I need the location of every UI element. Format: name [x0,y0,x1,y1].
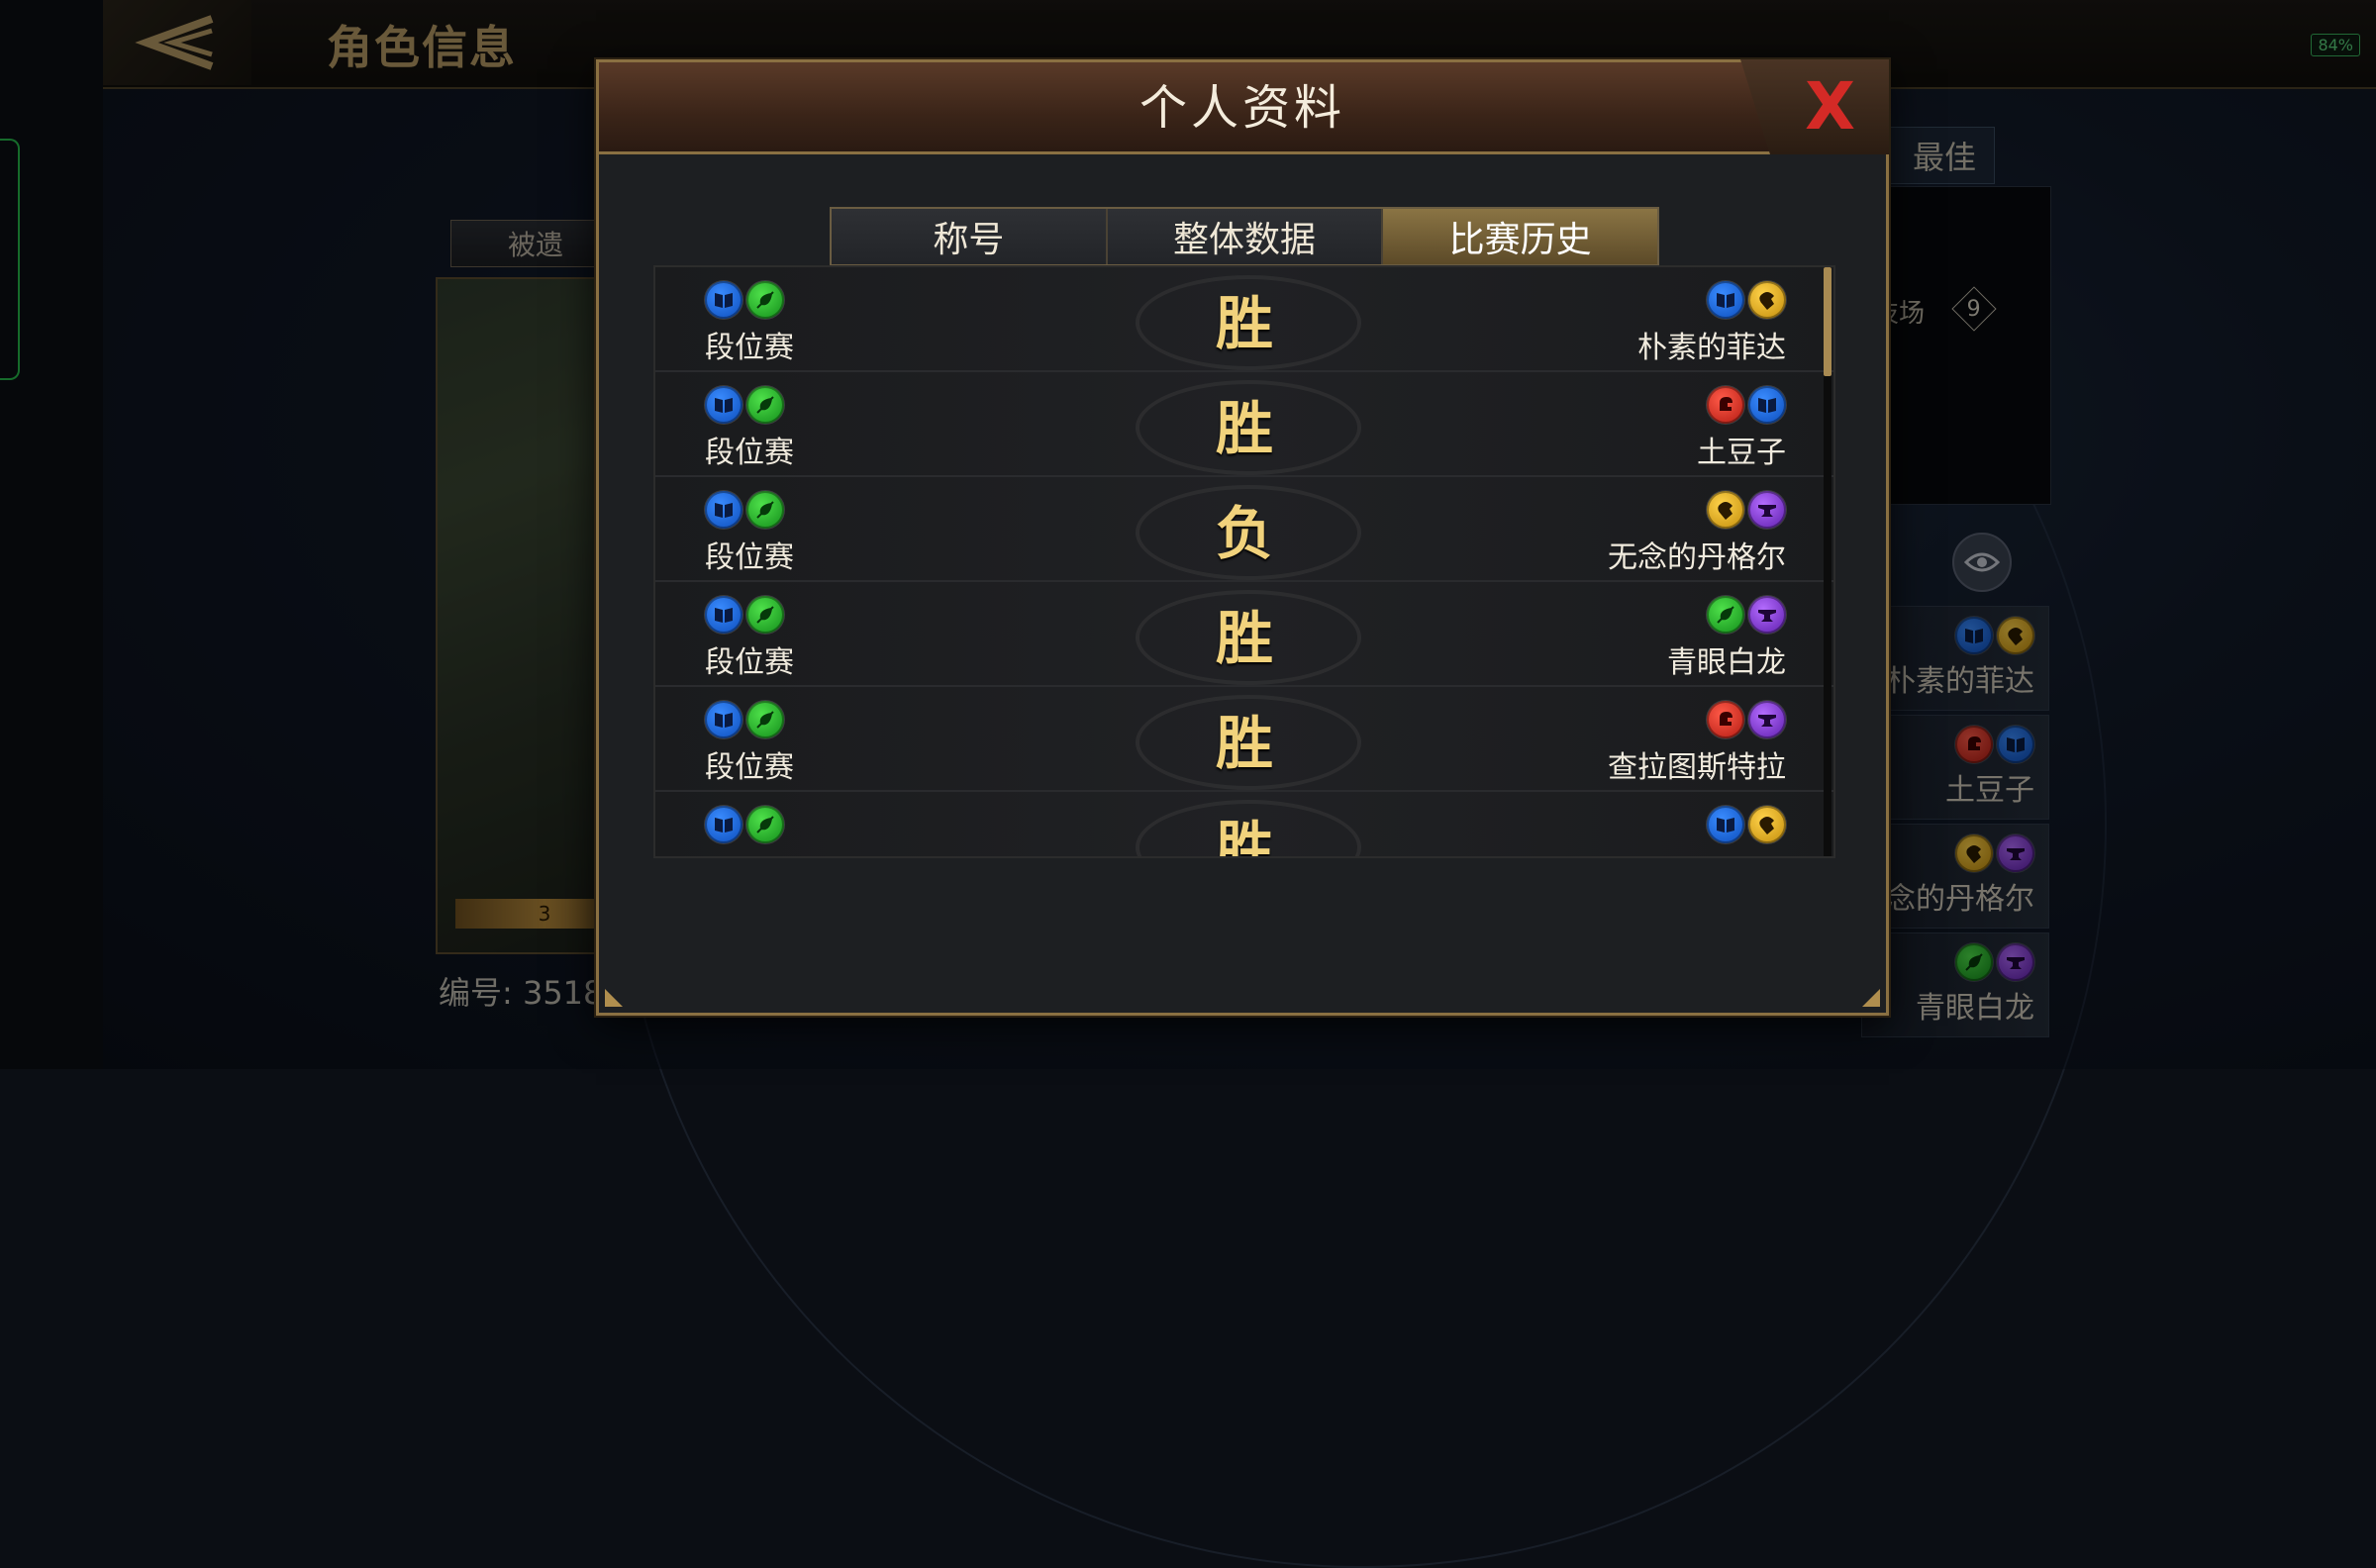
match-result: 胜 [1215,710,1273,777]
tab-overall-stats[interactable]: 整体数据 [1107,209,1384,264]
match-mode: 段位赛 [705,645,794,680]
player-class-icons [705,491,784,529]
match-result: 胜 [1215,395,1273,462]
lion-icon [1748,806,1786,843]
tab-match-history[interactable]: 比赛历史 [1383,209,1658,276]
anvil-icon [1748,701,1786,738]
match-result: 胜 [1215,290,1273,357]
leaf-icon [746,491,784,529]
fist-icon [1707,386,1744,424]
book-icon [1748,386,1786,424]
book-icon [1707,281,1744,319]
opponent-class-icons [1707,806,1786,843]
match-result: 胜 [1215,605,1273,672]
corner-ornament [1862,989,1880,1007]
opponent-name: 苍眼 [1727,847,1786,856]
match-mode: 段位赛 [705,436,794,470]
profile-tabs: 称号 整体数据 比赛历史 [830,207,1659,276]
fist-icon [1707,701,1744,738]
opponent-class-icons [1707,491,1786,529]
book-icon [705,701,742,738]
leaf-icon [746,701,784,738]
match-result: 胜 [1215,815,1273,858]
lion-icon [1748,281,1786,319]
match-row[interactable]: 段位赛 胜 查拉图斯特拉 [655,687,1833,792]
match-row[interactable]: 段位赛 胜 苍眼 [655,792,1833,858]
player-class-icons [705,386,784,424]
tab-titles[interactable]: 称号 [832,209,1108,264]
match-row[interactable]: 段位赛 胜 青眼白龙 [655,582,1833,687]
book-icon [705,281,742,319]
match-mode: 段位赛 [705,750,794,785]
anvil-icon [1748,596,1786,634]
leaf-icon [746,806,784,843]
opponent-class-icons [1707,701,1786,738]
close-icon: X [1805,68,1855,145]
match-mode: 段位赛 [705,331,794,365]
book-icon [1707,806,1744,843]
book-icon [705,806,742,843]
opponent-name: 青眼白龙 [1667,645,1786,680]
corner-ornament [605,989,623,1007]
player-class-icons [705,596,784,634]
profile-dialog: 个人资料 X 称号 整体数据 比赛历史 段位赛 胜 朴素的菲达 段位赛 胜 土豆… [596,59,1889,1016]
match-row[interactable]: 段位赛 负 无念的丹格尔 [655,477,1833,582]
anvil-icon [1748,491,1786,529]
opponent-name: 无念的丹格尔 [1608,540,1786,575]
dialog-title: 个人资料 [1138,80,1345,136]
player-class-icons [705,806,784,843]
opponent-name: 土豆子 [1697,436,1786,470]
match-row[interactable]: 段位赛 胜 土豆子 [655,372,1833,477]
match-mode: 段位赛 [705,540,794,575]
player-class-icons [705,701,784,738]
opponent-class-icons [1707,386,1786,424]
opponent-class-icons [1707,281,1786,319]
book-icon [705,386,742,424]
leaf-icon [746,596,784,634]
opponent-name: 朴素的菲达 [1637,331,1786,365]
match-history-list[interactable]: 段位赛 胜 朴素的菲达 段位赛 胜 土豆子 段位赛 负 无念的丹格尔 段位赛 胜… [653,265,1835,858]
book-icon [705,491,742,529]
lion-icon [1707,491,1744,529]
player-class-icons [705,281,784,319]
opponent-name: 查拉图斯特拉 [1608,750,1786,785]
scrollbar-thumb[interactable] [1824,267,1832,376]
match-result: 负 [1215,500,1273,567]
opponent-class-icons [1707,596,1786,634]
leaf-icon [746,386,784,424]
book-icon [705,596,742,634]
leaf-icon [1707,596,1744,634]
match-mode: 段位赛 [705,847,794,856]
match-row[interactable]: 段位赛 胜 朴素的菲达 [655,267,1833,372]
leaf-icon [746,281,784,319]
